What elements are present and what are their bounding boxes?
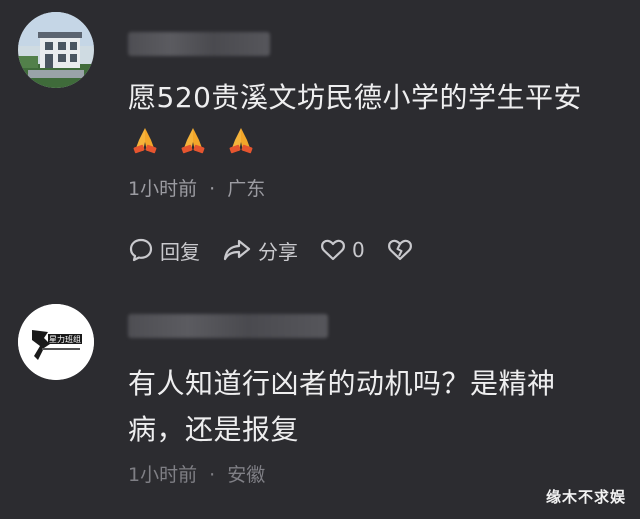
watermark: 缘木不求娱: [545, 488, 626, 506]
logo-avatar-icon: 星力班组: [18, 304, 94, 380]
comment-location: 广东: [227, 178, 266, 200]
comment-item: 愿520贵溪文坊民德小学的学生平安 1小时前 · 广东 回复 分享 0: [0, 0, 640, 280]
house-photo-icon: [18, 12, 94, 88]
username-blurred[interactable]: [128, 32, 270, 56]
comment-actions: 回复 分享 0: [128, 234, 435, 266]
comment-location: 安徽: [227, 464, 266, 486]
avatar[interactable]: 星力班组: [18, 304, 94, 380]
pray-emoji-icon: [181, 128, 205, 154]
pray-emoji-icon: [133, 128, 157, 154]
comment-text-line1: 有人知道行凶者的动机吗？是精神: [128, 367, 556, 400]
meta-separator: ·: [209, 464, 216, 486]
pray-emoji-icon: [229, 128, 253, 154]
reply-label: 回复: [160, 239, 200, 264]
comment-item: 星力班组 有人知道行凶者的动机吗？是精神 病，还是报复 1小时前 · 安徽: [0, 290, 640, 519]
comment-text: 愿520贵溪文坊民德小学的学生平安: [128, 81, 582, 114]
reply-icon: [129, 238, 153, 262]
like-count: 0: [352, 238, 365, 262]
username-blurred[interactable]: [128, 314, 328, 338]
comment-meta: 1小时前 · 安徽: [128, 460, 265, 487]
meta-separator: ·: [209, 178, 216, 200]
comment-meta: 1小时前 · 广东: [128, 174, 265, 201]
avatar[interactable]: [18, 12, 94, 88]
emoji-row: [130, 124, 274, 154]
share-label: 分享: [258, 239, 298, 264]
share-icon: [223, 239, 251, 261]
comment-text-line2: 病，还是报复: [128, 413, 300, 446]
heart-icon: [321, 239, 345, 261]
like-button[interactable]: 0: [320, 238, 365, 262]
dislike-button[interactable]: [387, 238, 413, 262]
avatar-logo-text: 星力班组: [49, 334, 81, 344]
share-button[interactable]: 分享: [222, 236, 298, 265]
comment-time: 1小时前: [128, 178, 198, 200]
reply-button[interactable]: 回复: [128, 236, 200, 265]
comment-time: 1小时前: [128, 464, 198, 486]
broken-heart-icon: [387, 239, 412, 261]
